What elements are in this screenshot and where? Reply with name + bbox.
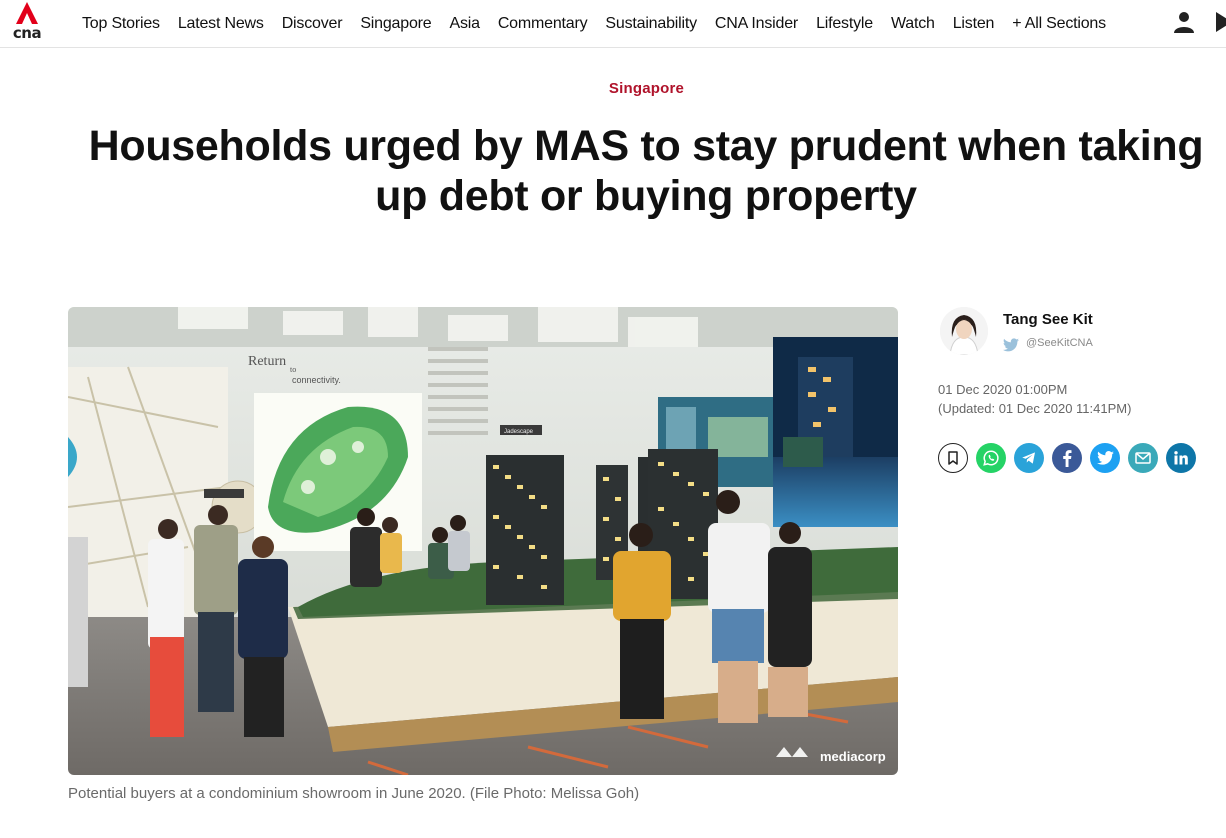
wall-text-return: Return xyxy=(248,354,286,369)
author-name-link[interactable]: Tang See Kit xyxy=(1003,311,1093,328)
share-facebook-button[interactable] xyxy=(1052,443,1082,473)
telegram-icon xyxy=(1022,452,1035,464)
updated-date: (Updated: 01 Dec 2020 11:41PM) xyxy=(938,401,1132,416)
bookmark-icon xyxy=(948,451,958,465)
nav-listen[interactable]: Listen xyxy=(944,15,1004,33)
nav-cna-insider[interactable]: CNA Insider xyxy=(706,15,807,33)
watermark-text: mediacorp xyxy=(820,749,886,764)
article-category-link[interactable]: Singapore xyxy=(0,80,1226,97)
author-avatar[interactable] xyxy=(940,307,988,355)
share-twitter-button[interactable] xyxy=(1090,443,1120,473)
email-icon xyxy=(1135,452,1151,464)
cna-logo[interactable]: cna xyxy=(10,2,44,44)
facebook-icon xyxy=(1063,450,1072,467)
user-account-icon[interactable] xyxy=(1172,10,1196,34)
whatsapp-icon xyxy=(983,450,999,466)
main-nav: Top Stories Latest News Discover Singapo… xyxy=(73,0,1107,48)
wall-text-connectivity: connectivity. xyxy=(292,375,341,385)
nav-asia[interactable]: Asia xyxy=(440,15,488,33)
photo-caption: Potential buyers at a condominium showro… xyxy=(68,785,640,802)
share-email-button[interactable] xyxy=(1128,443,1158,473)
nav-commentary[interactable]: Commentary xyxy=(489,15,597,33)
share-buttons-row xyxy=(938,443,1196,473)
nav-top-stories[interactable]: Top Stories xyxy=(73,15,169,33)
author-twitter-handle[interactable]: @SeeKitCNA xyxy=(1026,337,1093,349)
twitter-bird-icon xyxy=(1003,338,1019,352)
cna-logo-text: cna xyxy=(12,24,42,42)
share-whatsapp-button[interactable] xyxy=(976,443,1006,473)
article-hero-photo: Return to connectivity. Jadescape mediac… xyxy=(68,307,898,775)
top-navigation-bar: cna Top Stories Latest News Discover Sin… xyxy=(0,0,1226,48)
article-headline: Households urged by MAS to stay prudent … xyxy=(88,122,1204,220)
cna-logo-mark-icon xyxy=(16,2,38,24)
wall-text-to: to xyxy=(290,365,296,374)
share-telegram-button[interactable] xyxy=(1014,443,1044,473)
nav-singapore[interactable]: Singapore xyxy=(351,15,440,33)
linkedin-icon xyxy=(1174,451,1188,465)
nav-latest-news[interactable]: Latest News xyxy=(169,15,273,33)
play-icon[interactable] xyxy=(1216,12,1226,32)
bookmark-button[interactable] xyxy=(938,443,968,473)
nav-sustainability[interactable]: Sustainability xyxy=(596,15,705,33)
nav-lifestyle[interactable]: Lifestyle xyxy=(807,15,882,33)
share-linkedin-button[interactable] xyxy=(1166,443,1196,473)
nav-watch[interactable]: Watch xyxy=(882,15,944,33)
sign-text: Jadescape xyxy=(504,429,534,435)
published-date: 01 Dec 2020 01:00PM xyxy=(938,382,1068,397)
nav-all-sections[interactable]: + All Sections xyxy=(1003,15,1107,33)
nav-discover[interactable]: Discover xyxy=(273,15,352,33)
twitter-icon xyxy=(1096,451,1114,465)
